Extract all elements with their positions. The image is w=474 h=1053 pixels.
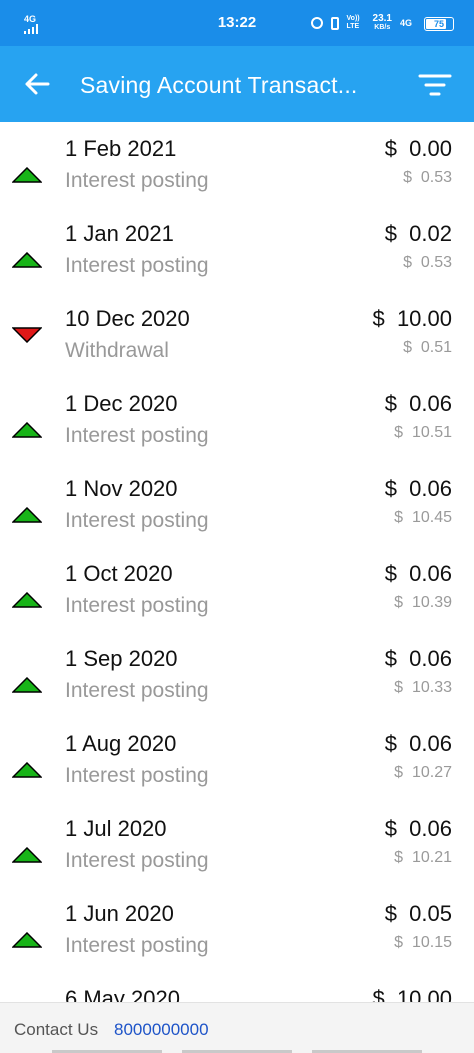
transaction-amount: $ 0.06 (384, 816, 452, 841)
transaction-date: 1 Feb 2021 (65, 136, 177, 161)
transaction-balance: $ 10.21 (394, 849, 452, 866)
up-arrow-icon (12, 252, 42, 268)
transaction-date: 1 Jul 2020 (65, 816, 167, 841)
transaction-date: 1 Dec 2020 (65, 391, 178, 416)
up-arrow-icon (12, 677, 42, 693)
transaction-date: 1 Sep 2020 (65, 646, 178, 671)
transaction-type: Interest posting (65, 679, 209, 702)
transaction-row[interactable]: 1 Feb 2021 Interest posting $ 0.00 $ 0.5… (0, 122, 474, 207)
transaction-type: Interest posting (65, 509, 209, 532)
transaction-row[interactable]: 1 Jan 2021 Interest posting $ 0.02 $ 0.5… (0, 207, 474, 292)
transaction-balance: $ 0.51 (403, 339, 452, 356)
transaction-type: Interest posting (65, 594, 209, 617)
transaction-list[interactable]: 1 Feb 2021 Interest posting $ 0.00 $ 0.5… (0, 122, 474, 1002)
transaction-balance: $ 10.39 (394, 594, 452, 611)
transaction-row[interactable]: 10 Dec 2020 Withdrawal $ 10.00 $ 0.51 (0, 292, 474, 377)
transaction-amount: $ 0.06 (384, 731, 452, 756)
filter-button[interactable] (418, 72, 452, 98)
status-bar: 4G 13:22 Vo)) LTE 23.1 KB/s 4G 75 (0, 0, 474, 46)
volte-label: Vo)) LTE (346, 15, 360, 30)
page-title: Saving Account Transact... (80, 72, 358, 98)
down-arrow-icon (12, 327, 42, 343)
net-speed-value: 23.1 (372, 13, 392, 24)
transaction-amount: $ 0.06 (384, 476, 452, 501)
contact-footer: Contact Us 8000000000 (0, 1002, 474, 1053)
up-arrow-icon (12, 592, 42, 608)
arrow-left-icon (25, 73, 50, 95)
up-arrow-icon (12, 507, 42, 523)
battery-level: 75 (433, 19, 444, 29)
transaction-balance: $ 10.27 (394, 764, 452, 781)
transaction-type: Interest posting (65, 849, 209, 872)
transaction-row[interactable]: 1 Sep 2020 Interest posting $ 0.06 $ 10.… (0, 632, 474, 717)
transaction-type: Interest posting (65, 424, 209, 447)
transaction-date: 10 Dec 2020 (65, 306, 190, 331)
transaction-type: Interest posting (65, 764, 209, 787)
up-arrow-icon (12, 932, 42, 948)
back-button[interactable] (22, 70, 52, 98)
transaction-balance: $ 0.53 (403, 169, 452, 186)
transaction-date: 1 Jun 2020 (65, 901, 174, 926)
transaction-date: 1 Oct 2020 (65, 561, 173, 586)
filter-icon (418, 74, 452, 96)
transaction-date: 1 Aug 2020 (65, 731, 177, 756)
transaction-type: Interest posting (65, 169, 209, 192)
transaction-balance: $ 10.33 (394, 679, 452, 696)
transaction-date: 6 May 2020 (65, 986, 180, 1002)
up-arrow-icon (12, 847, 42, 863)
transaction-date: 1 Jan 2021 (65, 221, 174, 246)
contact-label: Contact Us (14, 1020, 99, 1039)
transaction-row[interactable]: 6 May 2020 $ 10.00 (0, 972, 474, 1002)
alarm-icon (310, 17, 323, 29)
transaction-balance: $ 10.51 (394, 424, 452, 441)
transaction-amount: $ 0.06 (384, 391, 452, 416)
transaction-amount: $ 0.00 (384, 136, 452, 161)
network-type-right: 4G (399, 18, 412, 28)
app-bar: Saving Account Transact... (0, 46, 474, 122)
transaction-type: Interest posting (65, 254, 209, 277)
contact-phone-link[interactable]: 8000000000 (114, 1020, 209, 1040)
transaction-amount: $ 0.05 (384, 901, 452, 926)
transaction-balance: $ 10.45 (394, 509, 452, 526)
transaction-amount: $ 0.06 (384, 561, 452, 586)
transaction-row[interactable]: 1 Dec 2020 Interest posting $ 0.06 $ 10.… (0, 377, 474, 462)
transaction-row[interactable]: 1 Jul 2020 Interest posting $ 0.06 $ 10.… (0, 802, 474, 887)
battery-icon: 75 (424, 17, 454, 31)
transaction-amount: $ 10.00 (372, 986, 452, 1002)
up-arrow-icon (12, 422, 42, 438)
transaction-row[interactable]: 1 Oct 2020 Interest posting $ 0.06 $ 10.… (0, 547, 474, 632)
vibrate-icon (330, 16, 339, 30)
transaction-balance: $ 10.15 (394, 934, 452, 951)
transaction-balance: $ 0.53 (403, 254, 452, 271)
net-speed-unit: KB/s (374, 24, 391, 31)
transaction-type: Interest posting (65, 934, 209, 957)
up-arrow-icon (12, 762, 42, 778)
transaction-row[interactable]: 1 Jun 2020 Interest posting $ 0.05 $ 10.… (0, 887, 474, 972)
transaction-type: Withdrawal (65, 339, 169, 362)
transaction-amount: $ 0.06 (384, 646, 452, 671)
transaction-row[interactable]: 1 Nov 2020 Interest posting $ 0.06 $ 10.… (0, 462, 474, 547)
transaction-date: 1 Nov 2020 (65, 476, 178, 501)
up-arrow-icon (12, 167, 42, 183)
transaction-amount: $ 10.00 (372, 306, 452, 331)
net-speed: 23.1 KB/s (373, 14, 392, 32)
transaction-row[interactable]: 1 Aug 2020 Interest posting $ 0.06 $ 10.… (0, 717, 474, 802)
transaction-amount: $ 0.02 (384, 221, 452, 246)
